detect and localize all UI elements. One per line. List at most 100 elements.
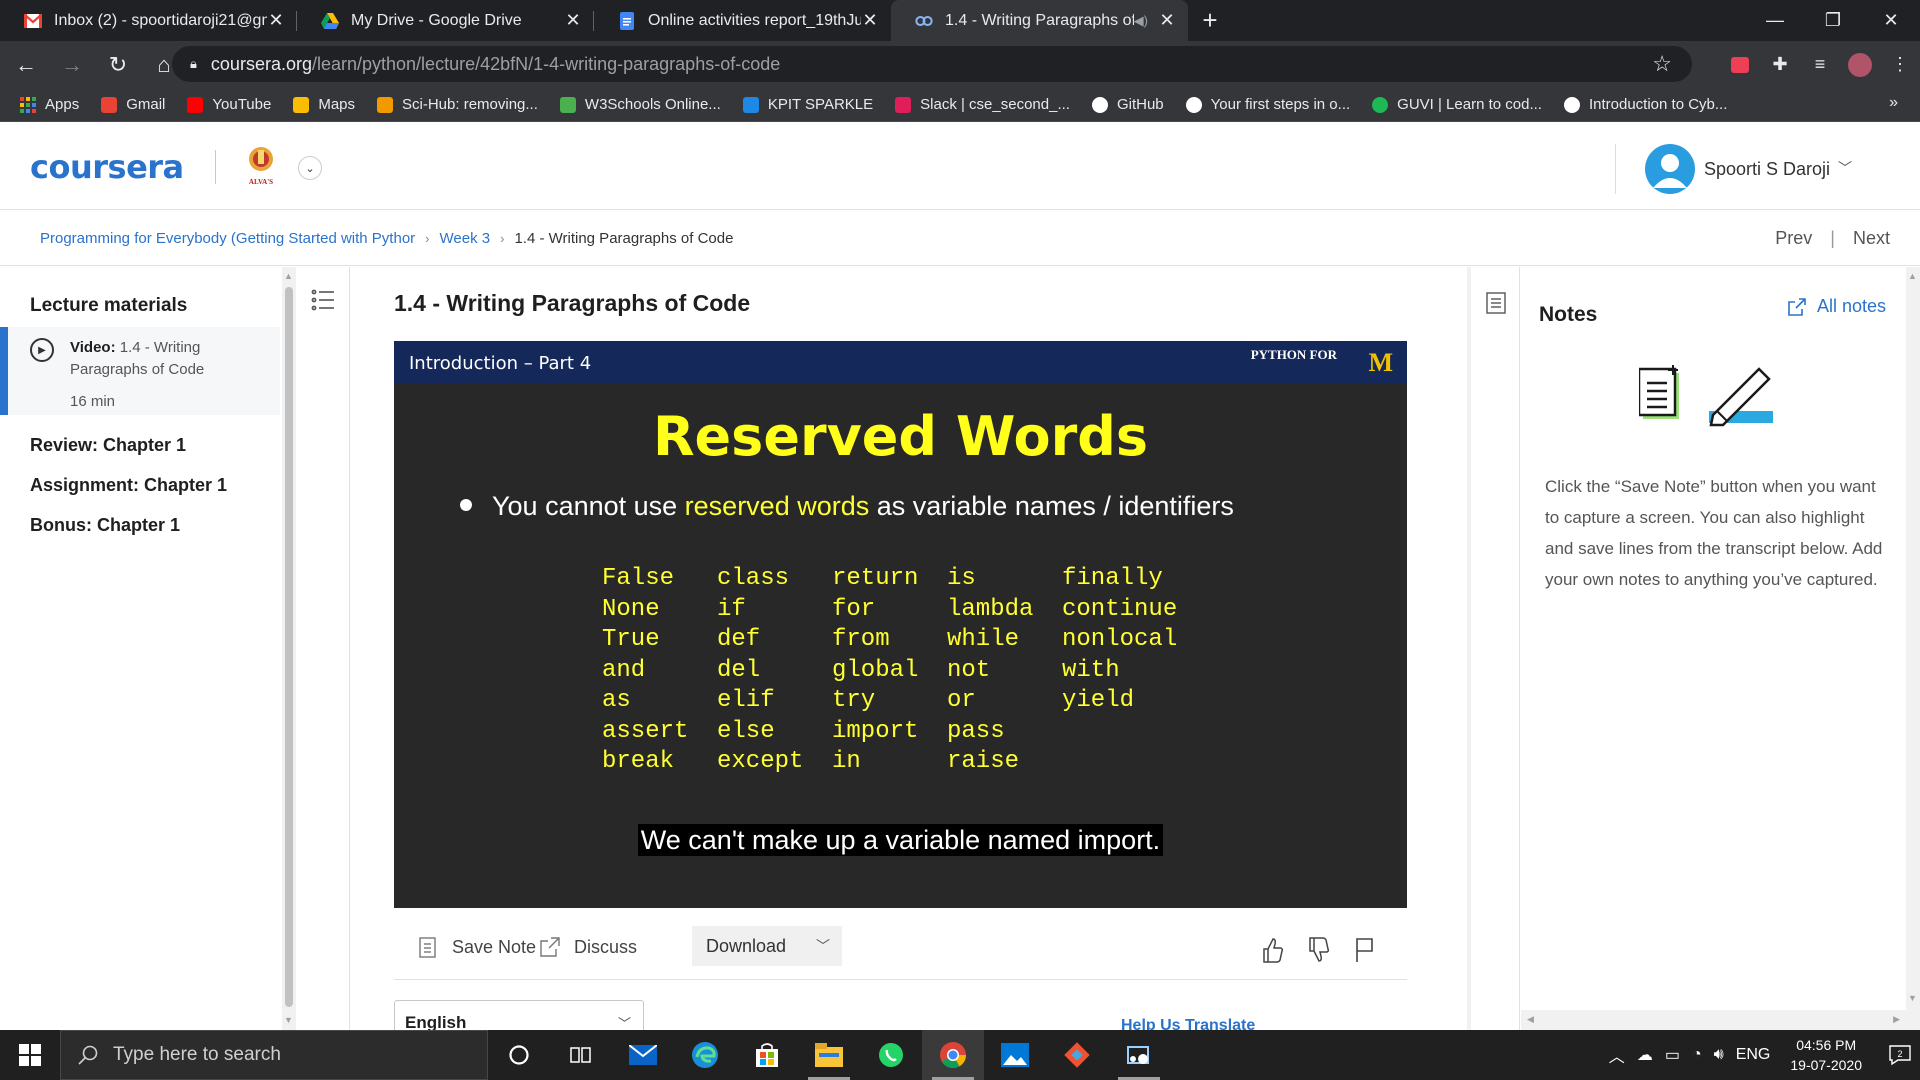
scroll-down-icon[interactable]: ▼ [1908, 993, 1917, 1003]
university-logo[interactable]: ALVA'S [244, 144, 278, 188]
bookmark-item[interactable]: Your first steps in o... [1185, 96, 1350, 113]
sidebar-item-bonus[interactable]: Bonus: Chapter 1 [30, 515, 180, 536]
close-window-icon[interactable]: ✕ [1862, 0, 1920, 40]
scroll-left-icon[interactable]: ◀ [1527, 1014, 1534, 1025]
tab-google-drive[interactable]: My Drive - Google Drive ✕ [297, 0, 594, 41]
mail-icon[interactable] [612, 1030, 674, 1080]
save-note-button[interactable]: Save Note [416, 935, 536, 959]
bookmark-item[interactable]: KPIT SPARKLE [742, 96, 873, 113]
photos-icon[interactable] [984, 1030, 1046, 1080]
coursera-logo[interactable]: coursera [30, 148, 184, 186]
sidebar-item-review[interactable]: Review: Chapter 1 [30, 435, 186, 456]
extensions-puzzle-icon[interactable]: ✚ [1760, 45, 1800, 85]
task-view-icon[interactable] [550, 1030, 612, 1080]
notes-scrollbar[interactable]: ▲ ▼ [1906, 267, 1920, 1030]
volume-icon[interactable]: 🔊︎ [1714, 1046, 1724, 1064]
tab-coursera[interactable]: 1.4 - Writing Paragraphs of C ◀) ✕ [891, 0, 1188, 41]
prev-button[interactable]: Prev [1775, 228, 1812, 249]
onedrive-icon[interactable]: ☁ [1637, 1045, 1653, 1065]
edge-icon[interactable] [674, 1030, 736, 1080]
address-bar[interactable]: 🔒︎ coursera.org/learn/python/lecture/42b… [172, 46, 1692, 82]
help-translate-link[interactable]: Help Us Translate [1121, 1017, 1255, 1030]
browser-menu-icon[interactable]: ⋮ [1880, 45, 1920, 85]
sidebar-scrollbar[interactable]: ▲ ▼ [282, 267, 296, 1030]
notes-horizontal-scrollbar[interactable]: ◀ ▶ [1521, 1010, 1906, 1030]
taskbar-search-input[interactable]: Type here to search [60, 1030, 488, 1080]
scroll-up-icon[interactable]: ▲ [284, 271, 293, 281]
close-icon[interactable]: ✕ [1158, 10, 1176, 31]
minimize-icon[interactable]: — [1746, 0, 1804, 40]
thumbs-down-icon[interactable] [1307, 936, 1331, 964]
download-dropdown[interactable]: Download ﹀ [692, 926, 842, 966]
file-explorer-icon[interactable] [798, 1030, 860, 1080]
bookmark-item[interactable]: YouTube [187, 96, 271, 113]
chevron-down-icon[interactable]: ⌄ [298, 156, 322, 180]
input-language[interactable]: ENG [1736, 1046, 1771, 1064]
globe-icon [1563, 96, 1580, 113]
bookmark-item[interactable]: Sci-Hub: removing... [377, 96, 538, 113]
list-icon[interactable] [310, 287, 336, 313]
sidebar-item-active-video[interactable]: ▶ Video: 1.4 - Writing Paragraphs of Cod… [0, 327, 280, 415]
scroll-right-icon[interactable]: ▶ [1893, 1014, 1900, 1025]
reserved-keyword: nonlocal [1062, 626, 1178, 653]
bookmark-item[interactable]: Introduction to Cyb... [1563, 96, 1727, 113]
bookmark-item[interactable]: GitHub [1091, 96, 1164, 113]
bookmark-item[interactable]: GUVI | Learn to cod... [1372, 96, 1542, 113]
language-select[interactable]: English ﹀ [394, 1000, 644, 1030]
bookmark-item[interactable]: Apps [20, 96, 79, 113]
store-icon[interactable] [736, 1030, 798, 1080]
tab-google-docs[interactable]: Online activities report_19thJuly( ✕ [594, 0, 891, 41]
tab-gmail[interactable]: Inbox (2) - spoortidaroji21@gma ✕ [0, 0, 297, 41]
breadcrumb-week[interactable]: Week 3 [440, 230, 491, 247]
bookmark-item[interactable]: Gmail [101, 96, 165, 113]
notes-panel-icon[interactable] [1485, 291, 1507, 315]
cortana-icon[interactable] [488, 1030, 550, 1080]
new-tab-button[interactable]: + [1188, 0, 1232, 41]
restore-icon[interactable]: ❐ [1804, 0, 1862, 40]
scrollbar-thumb[interactable] [285, 287, 293, 1007]
profile-avatar-icon[interactable] [1840, 45, 1880, 85]
whatsapp-icon[interactable] [860, 1030, 922, 1080]
reload-icon[interactable]: ↻ [98, 45, 138, 85]
windows-start-icon[interactable] [0, 1030, 60, 1080]
next-button[interactable]: Next [1853, 228, 1890, 249]
main-scrollbar[interactable] [1467, 267, 1471, 1030]
audio-playing-icon[interactable]: ◀) [1134, 13, 1148, 29]
bookmark-item[interactable]: W3Schools Online... [559, 96, 721, 113]
bookmark-star-icon[interactable]: ☆ [1652, 51, 1672, 77]
item-duration: 16 min [70, 393, 116, 410]
snipping-icon[interactable] [1108, 1030, 1170, 1080]
battery-icon[interactable]: ▭ [1665, 1045, 1680, 1065]
user-name[interactable]: Spoorti S Daroji [1704, 159, 1830, 180]
avatar[interactable] [1645, 144, 1695, 194]
thumbs-up-icon[interactable] [1261, 936, 1285, 964]
close-icon[interactable]: ✕ [861, 10, 879, 31]
close-icon[interactable]: ✕ [564, 10, 582, 31]
breadcrumb-course[interactable]: Programming for Everybody (Getting Start… [40, 230, 415, 247]
toc-toggle[interactable] [296, 267, 350, 1030]
media-control-icon[interactable]: ≡ [1800, 45, 1840, 85]
all-notes-link[interactable]: All notes [1787, 296, 1886, 317]
scroll-down-icon[interactable]: ▼ [284, 1015, 293, 1025]
scroll-up-icon[interactable]: ▲ [1908, 271, 1917, 281]
external-link-icon [1788, 297, 1806, 316]
close-icon[interactable]: ✕ [267, 10, 285, 31]
discuss-button[interactable]: Discuss [538, 935, 637, 959]
sidebar-item-assignment[interactable]: Assignment: Chapter 1 [30, 475, 227, 496]
bookmark-item[interactable]: Maps [293, 96, 355, 113]
bookmarks-overflow-button[interactable]: » [1889, 94, 1898, 112]
forward-arrow-icon[interactable]: → [52, 45, 92, 85]
chevron-up-icon[interactable]: ︿ [1609, 1043, 1625, 1067]
system-clock[interactable]: 04:56 PM 19-07-2020 [1790, 1035, 1862, 1075]
reserved-keyword: or [947, 687, 976, 714]
flag-icon[interactable] [1353, 936, 1377, 964]
chrome-icon[interactable] [922, 1030, 984, 1080]
chevron-down-icon[interactable]: ﹀ [1838, 158, 1852, 178]
back-arrow-icon[interactable]: ← [6, 45, 46, 85]
git-icon[interactable] [1046, 1030, 1108, 1080]
notification-center-icon[interactable]: 2 [1880, 1035, 1920, 1075]
video-player[interactable]: Introduction – Part 4 PYTHON FOR M Reser… [394, 341, 1407, 908]
wifi-icon[interactable]: ◔ [1692, 1046, 1702, 1064]
pocket-extension-icon[interactable] [1720, 45, 1760, 85]
bookmark-item[interactable]: Slack | cse_second_... [895, 96, 1070, 113]
